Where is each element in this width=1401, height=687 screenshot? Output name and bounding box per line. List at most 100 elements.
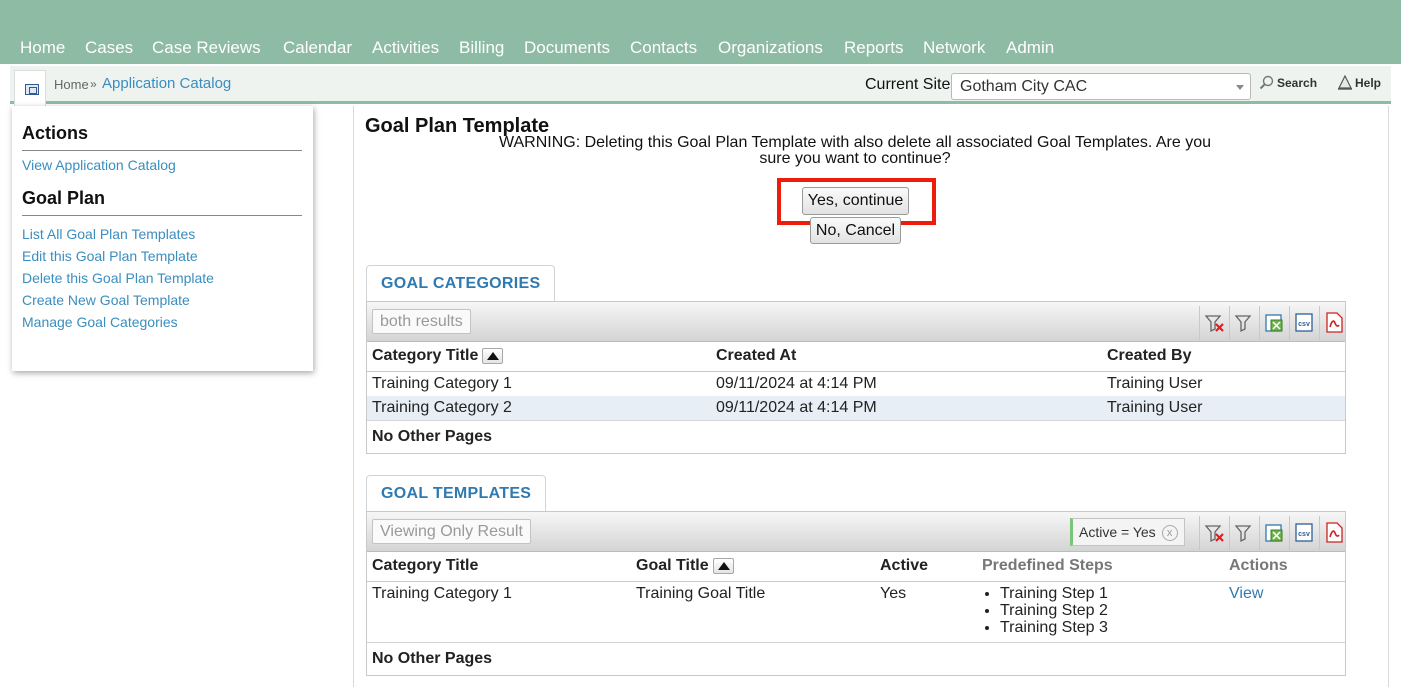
- cell-created-at: 09/11/2024 at 4:14 PM: [711, 395, 1102, 420]
- nav-activities[interactable]: Activities: [372, 38, 439, 58]
- table-row[interactable]: Training Category 1 09/11/2024 at 4:14 P…: [367, 371, 1345, 396]
- help-label: Help: [1355, 76, 1382, 90]
- actions-heading: Actions: [22, 123, 89, 143]
- nav-billing[interactable]: Billing: [459, 38, 504, 58]
- cell-category-title: Training Category 1: [372, 374, 512, 392]
- clear-filters-icon[interactable]: [1201, 520, 1227, 546]
- svg-text:csv: csv: [1298, 531, 1310, 538]
- nav-documents[interactable]: Documents: [524, 38, 610, 58]
- pdf-export-icon[interactable]: [1321, 310, 1347, 336]
- divider: [1229, 516, 1230, 550]
- csv-export-icon[interactable]: csv: [1291, 310, 1317, 336]
- sidebar-link-list-templates[interactable]: List All Goal Plan Templates: [22, 226, 195, 242]
- pagination-label: No Other Pages: [367, 641, 1345, 675]
- grid-toolbar: both results csv: [367, 302, 1345, 342]
- results-count[interactable]: both results: [372, 309, 471, 334]
- grid-toolbar: Viewing Only Result Active = Yes x csv: [367, 512, 1345, 552]
- pagination-label: No Other Pages: [367, 419, 1345, 453]
- filter-icon[interactable]: [1231, 520, 1257, 546]
- search-label: Search: [1277, 76, 1318, 90]
- nav-contacts[interactable]: Contacts: [630, 38, 697, 58]
- sidebar-link-manage-categories[interactable]: Manage Goal Categories: [22, 314, 178, 330]
- divider: [22, 150, 302, 151]
- cell-goal-title: Training Goal Title: [636, 584, 766, 602]
- nav-case-reviews[interactable]: Case Reviews: [152, 38, 261, 58]
- goal-plan-heading: Goal Plan: [22, 188, 106, 208]
- cell-category-title: Training Category 2: [367, 395, 711, 420]
- results-count[interactable]: Viewing Only Result: [372, 519, 531, 544]
- sidebar-toggle-button[interactable]: [14, 70, 46, 108]
- tab-goal-categories[interactable]: GOAL CATEGORIES: [366, 265, 556, 301]
- filter-icon[interactable]: [1231, 310, 1257, 336]
- column-header-goal-title[interactable]: Goal Title: [631, 552, 875, 582]
- nav-calendar[interactable]: Calendar: [283, 38, 352, 58]
- sidebar-link-delete-template[interactable]: Delete this Goal Plan Template: [22, 270, 214, 286]
- cell-predefined-steps: Training Step 1 Training Step 2 Training…: [977, 581, 1224, 642]
- cell-active: Yes: [880, 584, 907, 602]
- help-button[interactable]: Help: [1338, 75, 1382, 90]
- breadcrumb-current[interactable]: Application Catalog: [102, 75, 231, 92]
- view-link[interactable]: View: [1229, 585, 1263, 602]
- divider: [1259, 306, 1260, 340]
- list-item: Training Step 3: [1000, 619, 1219, 636]
- remove-filter-icon[interactable]: x: [1161, 525, 1178, 542]
- nav-network[interactable]: Network: [923, 38, 985, 58]
- column-header-category-title[interactable]: Category Title: [367, 342, 711, 372]
- divider: [1199, 306, 1200, 340]
- column-header-predefined-steps: Predefined Steps: [977, 552, 1224, 582]
- column-header-active[interactable]: Active: [875, 552, 977, 582]
- sidebar-toggle-icon: [25, 84, 39, 95]
- search-button[interactable]: Search: [1259, 75, 1318, 90]
- goal-templates-grid: Viewing Only Result Active = Yes x csv Ca…: [366, 511, 1346, 676]
- steps-list: Training Step 1 Training Step 2 Training…: [982, 585, 1219, 636]
- clear-filters-icon[interactable]: [1201, 310, 1227, 336]
- top-navigation: Home Cases Case Reviews Calendar Activit…: [0, 0, 1401, 64]
- cancel-button[interactable]: No, Cancel: [810, 217, 901, 244]
- pdf-export-icon[interactable]: [1321, 520, 1347, 546]
- breadcrumb-separator: »: [90, 77, 97, 91]
- active-filter-chip[interactable]: Active = Yes x: [1070, 518, 1185, 546]
- table-row[interactable]: Training Category 2 09/11/2024 at 4:14 P…: [367, 395, 1345, 420]
- current-site-select[interactable]: Gotham City CAC: [951, 73, 1251, 100]
- nav-admin[interactable]: Admin: [1006, 38, 1054, 58]
- search-icon: [1259, 75, 1274, 90]
- column-header-created-at[interactable]: Created At: [711, 342, 1102, 372]
- confirm-delete-button[interactable]: Yes, continue: [802, 187, 909, 215]
- sidebar: Actions View Application Catalog Goal Pl…: [12, 106, 313, 371]
- cell-actions: View: [1224, 581, 1345, 642]
- breadcrumb-bar: Home » Application Catalog Current Site …: [10, 66, 1391, 108]
- csv-export-icon[interactable]: csv: [1291, 520, 1317, 546]
- list-item: Training Step 1: [1000, 585, 1219, 602]
- table-row[interactable]: Training Category 1 Training Goal Title …: [367, 581, 1345, 642]
- chevron-down-icon: [1236, 85, 1244, 90]
- sidebar-link-edit-template[interactable]: Edit this Goal Plan Template: [22, 248, 198, 264]
- sort-ascending-icon[interactable]: [482, 348, 504, 365]
- divider: [1319, 516, 1320, 550]
- excel-export-icon[interactable]: [1261, 520, 1287, 546]
- nav-organizations[interactable]: Organizations: [718, 38, 823, 58]
- cell-created-by: Training User: [1102, 395, 1345, 420]
- pagination-row: No Other Pages: [367, 419, 1345, 453]
- column-header-category-title[interactable]: Category Title: [367, 552, 631, 582]
- pagination-row: No Other Pages: [367, 641, 1345, 675]
- excel-export-icon[interactable]: [1261, 310, 1287, 336]
- nav-cases[interactable]: Cases: [85, 38, 133, 58]
- tab-goal-templates[interactable]: GOAL TEMPLATES: [366, 475, 547, 511]
- divider: [1289, 516, 1290, 550]
- goal-templates-table: Category Title Goal Title Active Predefi…: [367, 552, 1345, 675]
- sort-ascending-icon[interactable]: [712, 558, 734, 575]
- nav-reports[interactable]: Reports: [844, 38, 904, 58]
- sidebar-link-create-goal-template[interactable]: Create New Goal Template: [22, 292, 190, 308]
- cell-created-at: 09/11/2024 at 4:14 PM: [716, 374, 877, 392]
- column-header-actions: Actions: [1224, 552, 1345, 582]
- sidebar-link-view-application-catalog[interactable]: View Application Catalog: [22, 157, 176, 173]
- main-panel: Goal Plan Template WARNING: Deleting thi…: [353, 106, 1389, 687]
- column-header-created-by[interactable]: Created By: [1102, 342, 1345, 372]
- divider: [1229, 306, 1230, 340]
- nav-home[interactable]: Home: [20, 38, 65, 58]
- breadcrumb-home[interactable]: Home: [54, 77, 89, 92]
- delete-warning: WARNING: Deleting this Goal Plan Templat…: [498, 134, 1212, 167]
- current-site-value: Gotham City CAC: [960, 78, 1088, 95]
- cell-category-title: Training Category 1: [372, 584, 512, 602]
- current-site-label: Current Site: [865, 76, 951, 93]
